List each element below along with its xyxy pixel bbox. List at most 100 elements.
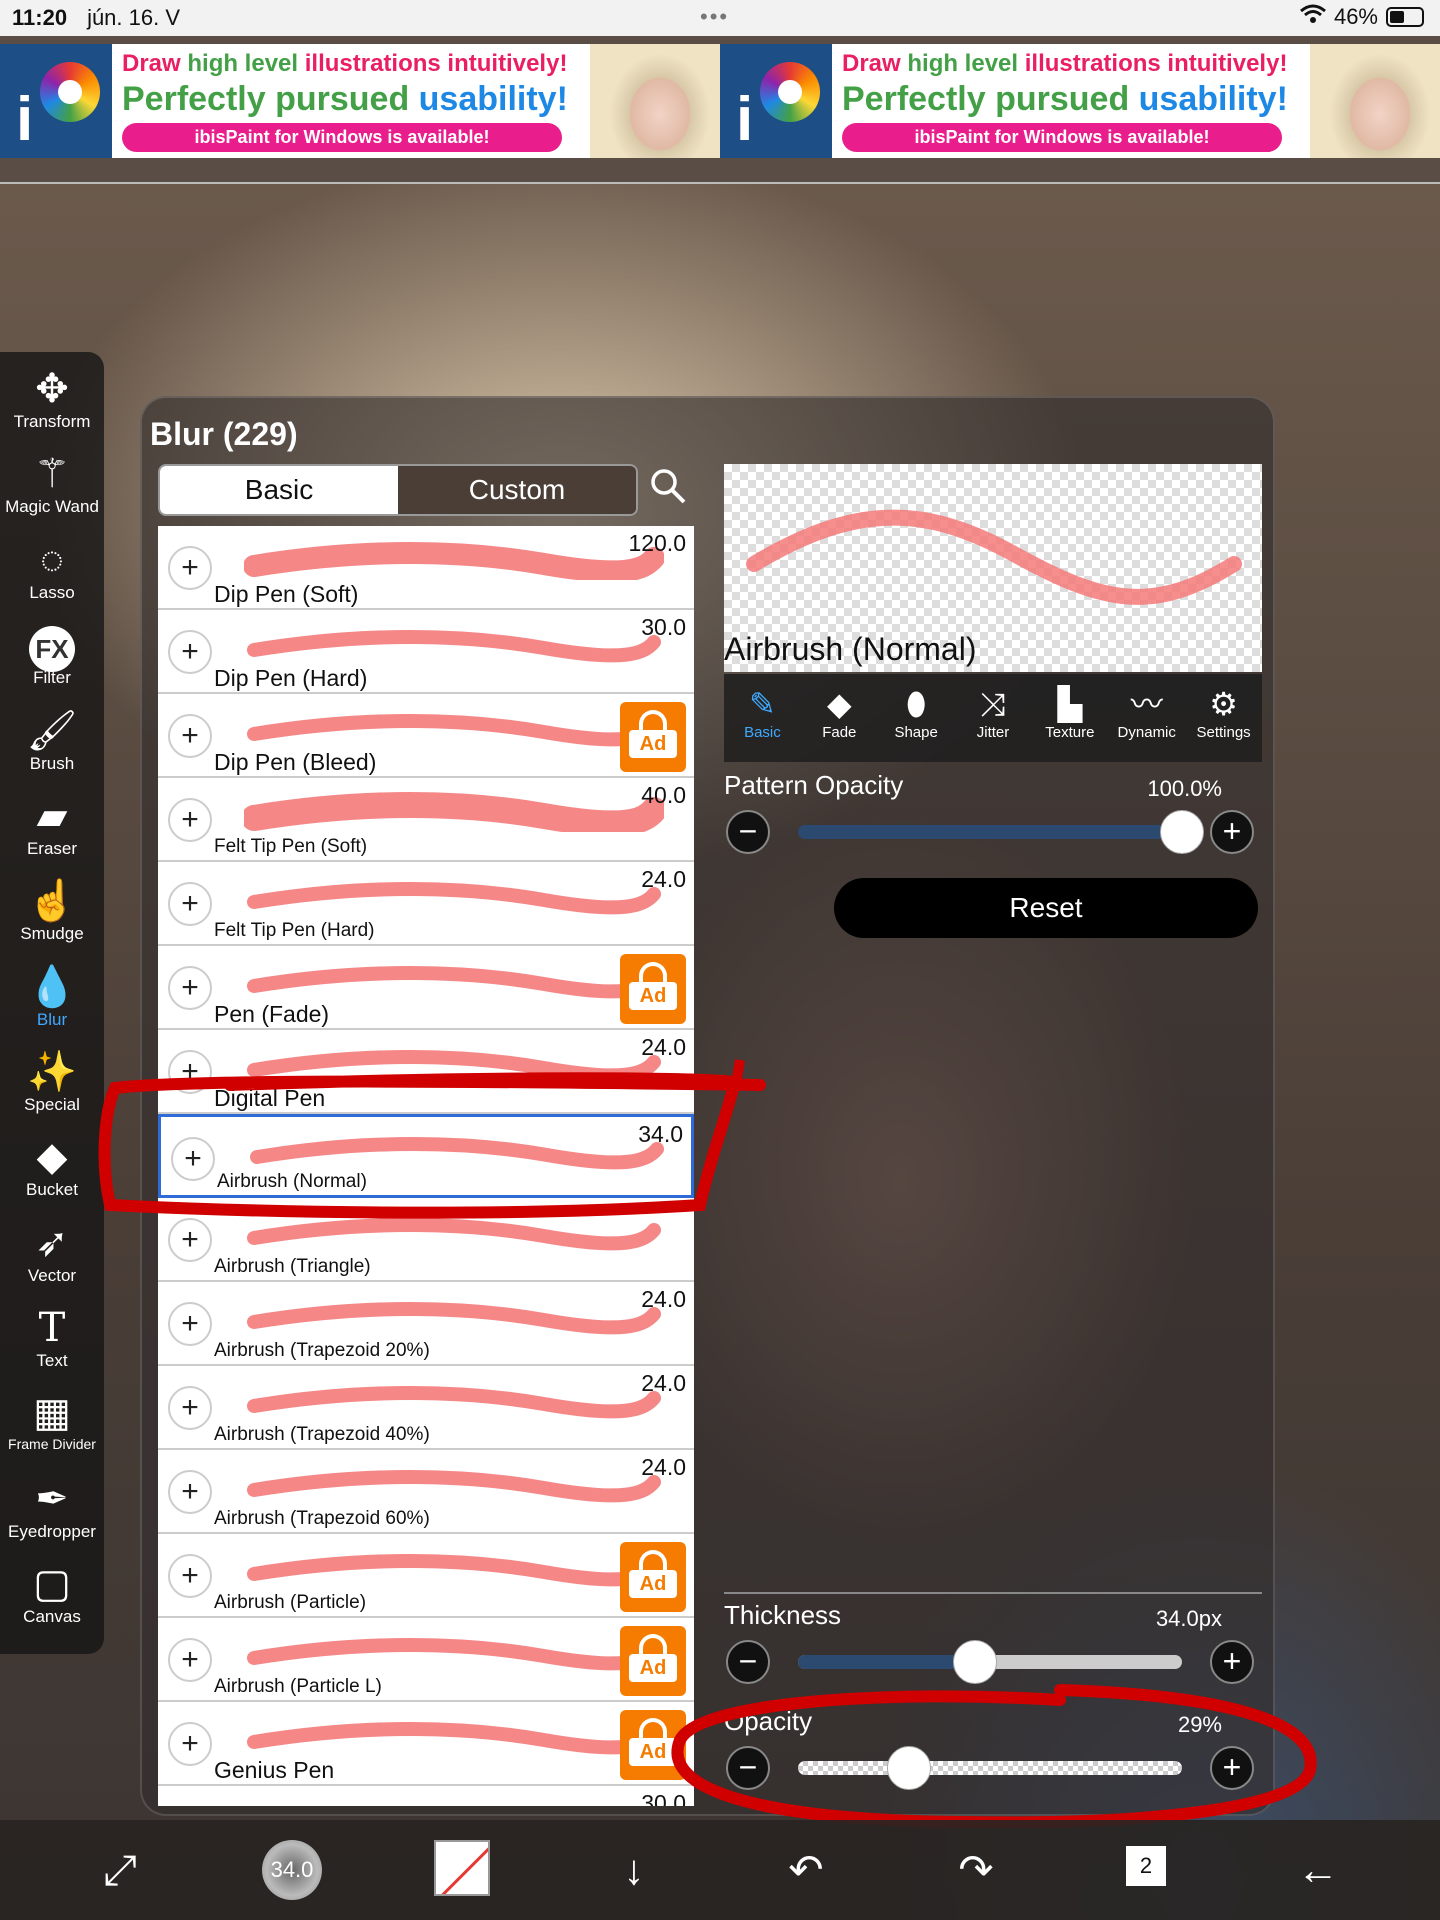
- brush-icon: 🖌: [26, 709, 78, 753]
- brush-stroke-sample: [247, 1050, 661, 1083]
- tool-brush[interactable]: 🖌 Brush: [0, 708, 104, 774]
- tool-special[interactable]: ✨ Special: [0, 1049, 104, 1115]
- stab-basic[interactable]: ✎ Basic: [724, 674, 801, 762]
- pattern-opacity-plus-button[interactable]: +: [1210, 810, 1254, 854]
- brush-row[interactable]: + Airbrush (Trapezoid 20%) 24.0: [158, 1282, 694, 1366]
- blur-drop-icon: 💧: [27, 965, 77, 1009]
- thickness-knob[interactable]: [952, 1640, 997, 1684]
- add-brush-button[interactable]: +: [168, 630, 212, 674]
- ad-lock-badge[interactable]: Ad: [620, 702, 686, 772]
- status-date: jún. 16. V: [87, 5, 181, 30]
- stab-settings[interactable]: ⚙ Settings: [1185, 674, 1262, 762]
- tab-basic[interactable]: Basic: [160, 466, 398, 514]
- brush-stroke-sample: [247, 630, 661, 663]
- brush-size: 34.0: [638, 1121, 683, 1147]
- texture-page-icon: ▙: [1057, 686, 1083, 722]
- redo-icon[interactable]: ↷: [946, 1840, 1006, 1900]
- divider: [0, 182, 1440, 184]
- color-swatch-button[interactable]: [434, 1840, 490, 1896]
- brush-row[interactable]: + Felt Tip Pen (Hard) 24.0: [158, 862, 694, 946]
- brush-row[interactable]: +30.0: [158, 1786, 694, 1806]
- pattern-opacity-slider[interactable]: [798, 825, 1182, 839]
- back-arrow-icon[interactable]: ←: [1288, 1840, 1348, 1900]
- add-brush-button[interactable]: +: [168, 1050, 212, 1094]
- battery-percent: 46%: [1333, 4, 1378, 29]
- layers-button[interactable]: 2: [1116, 1840, 1176, 1900]
- tool-eyedropper[interactable]: ✒ Eyedropper: [0, 1476, 104, 1542]
- eyedropper-icon: ✒: [35, 1477, 69, 1521]
- opacity-plus-button[interactable]: +: [1210, 1746, 1254, 1790]
- brush-row[interactable]: + Airbrush (Trapezoid 40%) 24.0: [158, 1366, 694, 1450]
- ad-lock-badge[interactable]: Ad: [620, 954, 686, 1024]
- brush-row[interactable]: + Airbrush (Trapezoid 60%) 24.0: [158, 1450, 694, 1534]
- add-brush-button[interactable]: +: [168, 966, 212, 1010]
- tool-transform[interactable]: ✥ Transform: [0, 366, 104, 432]
- brush-row[interactable]: + Dip Pen (Bleed) Ad: [158, 694, 694, 778]
- brush-row[interactable]: + Genius Pen Ad: [158, 1702, 694, 1786]
- stab-jitter[interactable]: ⤨ Jitter: [955, 674, 1032, 762]
- status-bar: 11:20 jún. 16. V ••• 46%: [0, 0, 1440, 36]
- opacity-knob[interactable]: [887, 1746, 932, 1790]
- stab-dynamic[interactable]: 〰 Dynamic: [1108, 674, 1185, 762]
- ad-banner[interactable]: i Draw high level illustrations intuitiv…: [0, 44, 720, 158]
- brush-list[interactable]: + Dip Pen (Soft) 120.0 + Dip Pen (Hard) 30.0 +…: [158, 526, 694, 1806]
- pattern-opacity-knob[interactable]: [1160, 810, 1204, 854]
- multitask-dots-icon[interactable]: •••: [700, 4, 729, 30]
- tool-bucket[interactable]: ◆ Bucket: [0, 1134, 104, 1200]
- add-brush-button[interactable]: +: [171, 1137, 215, 1181]
- opacity-minus-button[interactable]: −: [726, 1746, 770, 1790]
- ad-lock-badge[interactable]: Ad: [620, 1542, 686, 1612]
- tab-custom[interactable]: Custom: [398, 466, 636, 514]
- download-arrow-icon[interactable]: ↓: [604, 1840, 664, 1900]
- add-brush-button[interactable]: +: [168, 1302, 212, 1346]
- tool-canvas[interactable]: ▢ Canvas: [0, 1561, 104, 1627]
- search-icon[interactable]: [648, 466, 696, 514]
- thickness-minus-button[interactable]: −: [726, 1640, 770, 1684]
- brush-row[interactable]: + Digital Pen 24.0: [158, 1030, 694, 1114]
- add-brush-button[interactable]: +: [168, 714, 212, 758]
- ad-lock-badge[interactable]: Ad: [620, 1710, 686, 1780]
- add-brush-button[interactable]: +: [168, 1470, 212, 1514]
- ad-lock-badge[interactable]: Ad: [620, 1626, 686, 1696]
- tool-vector[interactable]: ➶ Vector: [0, 1220, 104, 1286]
- tool-switch-icon[interactable]: ⤢: [90, 1840, 150, 1900]
- stab-texture[interactable]: ▙ Texture: [1031, 674, 1108, 762]
- undo-icon[interactable]: ↶: [776, 1840, 836, 1900]
- opacity-slider[interactable]: [798, 1761, 1182, 1775]
- add-brush-button[interactable]: +: [168, 882, 212, 926]
- ad-character-image: [590, 44, 720, 158]
- tool-smudge[interactable]: ☝ Smudge: [0, 878, 104, 944]
- brush-row[interactable]: + Airbrush (Triangle): [158, 1198, 694, 1282]
- tool-eraser[interactable]: ▰ Eraser: [0, 793, 104, 859]
- stab-shape[interactable]: ⬮ Shape: [878, 674, 955, 762]
- tool-magic-wand[interactable]: ⚚ Magic Wand: [0, 451, 104, 517]
- brush-row[interactable]: + Dip Pen (Soft) 120.0: [158, 526, 694, 610]
- ad-banner[interactable]: i Draw high level illustrations intuitiv…: [720, 44, 1440, 158]
- add-brush-button[interactable]: +: [168, 1638, 212, 1682]
- brush-row[interactable]: + Airbrush (Particle) Ad: [158, 1534, 694, 1618]
- brush-row[interactable]: + Pen (Fade) Ad: [158, 946, 694, 1030]
- tool-filter[interactable]: FX Filter: [0, 622, 104, 688]
- brush-row[interactable]: + Dip Pen (Hard) 30.0: [158, 610, 694, 694]
- brush-row[interactable]: + Airbrush (Particle L) Ad: [158, 1618, 694, 1702]
- add-brush-button[interactable]: +: [168, 546, 212, 590]
- brush-preview: Airbrush (Normal): [724, 464, 1262, 672]
- brush-row[interactable]: + Felt Tip Pen (Soft) 40.0: [158, 778, 694, 862]
- add-brush-button[interactable]: +: [168, 1722, 212, 1766]
- add-brush-button[interactable]: +: [168, 1218, 212, 1262]
- tool-frame-divider[interactable]: ▦ Frame Divider: [0, 1390, 104, 1452]
- pattern-opacity-minus-button[interactable]: −: [726, 810, 770, 854]
- add-brush-button[interactable]: +: [168, 798, 212, 842]
- frame-divider-icon: ▦: [33, 1391, 71, 1435]
- tool-lasso[interactable]: ◌ Lasso: [0, 537, 104, 603]
- tool-blur[interactable]: 💧 Blur: [0, 964, 104, 1030]
- brush-size-button[interactable]: 34.0: [262, 1840, 322, 1900]
- tool-text[interactable]: T Text: [0, 1305, 104, 1371]
- thickness-plus-button[interactable]: +: [1210, 1640, 1254, 1684]
- stab-fade[interactable]: ◆ Fade: [801, 674, 878, 762]
- add-brush-button[interactable]: +: [168, 1386, 212, 1430]
- status-time: 11:20: [12, 5, 68, 30]
- add-brush-button[interactable]: +: [168, 1554, 212, 1598]
- brush-row[interactable]: + Airbrush (Normal) 34.0: [158, 1114, 694, 1198]
- reset-button[interactable]: Reset: [834, 878, 1258, 938]
